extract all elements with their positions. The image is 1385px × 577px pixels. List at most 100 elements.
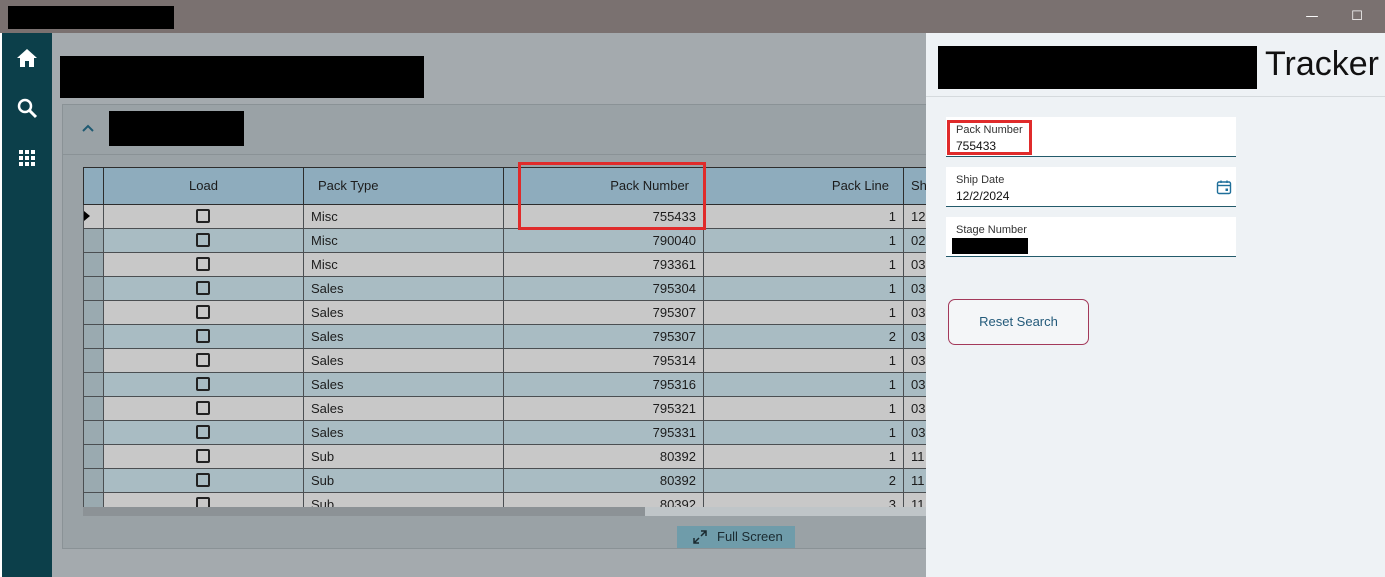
load-checkbox[interactable] bbox=[196, 233, 210, 247]
pack-line-cell: 1 bbox=[703, 277, 904, 301]
pack-number-cell: 80392 bbox=[503, 445, 704, 469]
pack-number-cell: 790040 bbox=[503, 229, 704, 253]
calendar-icon[interactable] bbox=[1216, 179, 1232, 195]
highlight-pack-number-field bbox=[947, 120, 1032, 155]
ship-date-field[interactable]: Ship Date 12/2/2024 bbox=[946, 167, 1236, 207]
pack-number-cell: 795307 bbox=[503, 325, 704, 349]
pack-type-cell: Sub bbox=[303, 445, 504, 469]
apps-grid-icon[interactable] bbox=[15, 146, 39, 170]
reset-search-button[interactable]: Reset Search bbox=[948, 299, 1089, 345]
pack-line-cell: 1 bbox=[703, 229, 904, 253]
load-checkbox[interactable] bbox=[196, 401, 210, 415]
pack-line-cell: 2 bbox=[703, 325, 904, 349]
table-row[interactable]: Sub 80392 2 11 bbox=[83, 469, 926, 493]
column-header-pack-line[interactable]: Pack Line bbox=[703, 167, 904, 205]
table-row[interactable]: Sales 795316 1 03 bbox=[83, 373, 926, 397]
horizontal-scrollbar-thumb[interactable] bbox=[83, 507, 645, 516]
pack-type-cell: Sales bbox=[303, 325, 504, 349]
pack-number-cell: 795314 bbox=[503, 349, 704, 373]
redacted-stage-number-value bbox=[952, 238, 1028, 254]
column-header-ship-date[interactable]: Sh bbox=[903, 167, 926, 205]
table-row[interactable]: Sales 795307 1 03 bbox=[83, 301, 926, 325]
load-checkbox[interactable] bbox=[196, 281, 210, 295]
column-header-load[interactable]: Load bbox=[103, 167, 304, 205]
full-screen-button[interactable]: Full Screen bbox=[677, 526, 795, 548]
load-cell bbox=[103, 325, 304, 349]
column-header-pack-type[interactable]: Pack Type bbox=[303, 167, 504, 205]
row-indicator-header bbox=[83, 167, 104, 205]
redacted-panel-title bbox=[109, 111, 244, 146]
chevron-up-icon[interactable] bbox=[80, 120, 96, 136]
load-checkbox[interactable] bbox=[196, 449, 210, 463]
load-checkbox[interactable] bbox=[196, 377, 210, 391]
tracker-panel: Tracker Pack Number 755433 Ship Date 12/… bbox=[926, 33, 1385, 577]
table-row[interactable]: Misc 790040 1 02 bbox=[83, 229, 926, 253]
results-panel: Load Pack Type Pack Number Pack Line Sh … bbox=[62, 104, 926, 549]
load-cell bbox=[103, 397, 304, 421]
pack-line-cell: 1 bbox=[703, 445, 904, 469]
load-checkbox[interactable] bbox=[196, 329, 210, 343]
ship-cell: 03 bbox=[903, 349, 926, 373]
row-indicator bbox=[83, 469, 104, 493]
main-content: Load Pack Type Pack Number Pack Line Sh … bbox=[52, 33, 926, 577]
table-row[interactable]: Misc 793361 1 03 bbox=[83, 253, 926, 277]
pack-number-cell: 795316 bbox=[503, 373, 704, 397]
ship-date-label: Ship Date bbox=[956, 174, 1005, 186]
table-row[interactable]: Sales 795314 1 03 bbox=[83, 349, 926, 373]
table-row[interactable]: Sub 80392 1 11 bbox=[83, 445, 926, 469]
pack-line-cell: 1 bbox=[703, 421, 904, 445]
search-icon[interactable] bbox=[15, 96, 39, 120]
table-row[interactable]: Misc 755433 1 12 bbox=[83, 205, 926, 229]
ship-cell: 03 bbox=[903, 301, 926, 325]
table-row[interactable]: Sub 80392 3 11 bbox=[83, 493, 926, 507]
pack-line-cell: 1 bbox=[703, 373, 904, 397]
pack-line-cell: 1 bbox=[703, 253, 904, 277]
load-cell bbox=[103, 445, 304, 469]
load-checkbox[interactable] bbox=[196, 497, 210, 507]
pack-number-cell: 795304 bbox=[503, 277, 704, 301]
ship-cell: 03 bbox=[903, 277, 926, 301]
row-indicator bbox=[83, 493, 104, 507]
stage-number-field[interactable]: Stage Number bbox=[946, 217, 1236, 257]
ship-cell: 03 bbox=[903, 253, 926, 277]
load-checkbox[interactable] bbox=[196, 425, 210, 439]
row-indicator bbox=[83, 205, 104, 229]
home-icon[interactable] bbox=[15, 46, 39, 70]
maximize-button[interactable]: ☐ bbox=[1342, 6, 1372, 28]
pack-number-cell: 795321 bbox=[503, 397, 704, 421]
load-cell bbox=[103, 229, 304, 253]
load-cell bbox=[103, 373, 304, 397]
redacted-app-title bbox=[8, 6, 174, 29]
row-indicator bbox=[83, 301, 104, 325]
load-checkbox[interactable] bbox=[196, 209, 210, 223]
table-row[interactable]: Sales 795321 1 03 bbox=[83, 397, 926, 421]
load-checkbox[interactable] bbox=[196, 473, 210, 487]
full-screen-label: Full Screen bbox=[717, 529, 783, 544]
sidebar bbox=[2, 33, 52, 577]
expand-icon bbox=[693, 530, 707, 544]
table-row[interactable]: Sales 795331 1 03 bbox=[83, 421, 926, 445]
pack-type-cell: Sub bbox=[303, 469, 504, 493]
ship-date-value[interactable]: 12/2/2024 bbox=[956, 189, 1009, 203]
panel-header bbox=[63, 105, 926, 155]
redacted-page-title bbox=[60, 56, 424, 98]
pack-line-cell: 2 bbox=[703, 469, 904, 493]
ship-cell: 11 bbox=[903, 493, 926, 507]
table-row[interactable]: Sales 795304 1 03 bbox=[83, 277, 926, 301]
pack-grid: Load Pack Type Pack Number Pack Line Sh … bbox=[83, 167, 926, 507]
tracker-title: Tracker bbox=[1265, 45, 1379, 83]
row-indicator bbox=[83, 253, 104, 277]
ship-cell: 03 bbox=[903, 397, 926, 421]
load-cell bbox=[103, 301, 304, 325]
load-checkbox[interactable] bbox=[196, 353, 210, 367]
ship-cell: 02 bbox=[903, 229, 926, 253]
row-indicator bbox=[83, 229, 104, 253]
minimize-button[interactable]: — bbox=[1297, 6, 1327, 28]
table-row[interactable]: Sales 795307 2 03 bbox=[83, 325, 926, 349]
pack-type-cell: Sales bbox=[303, 373, 504, 397]
load-checkbox[interactable] bbox=[196, 305, 210, 319]
ship-cell: 03 bbox=[903, 373, 926, 397]
load-checkbox[interactable] bbox=[196, 257, 210, 271]
pack-line-cell: 1 bbox=[703, 349, 904, 373]
pack-type-cell: Misc bbox=[303, 253, 504, 277]
